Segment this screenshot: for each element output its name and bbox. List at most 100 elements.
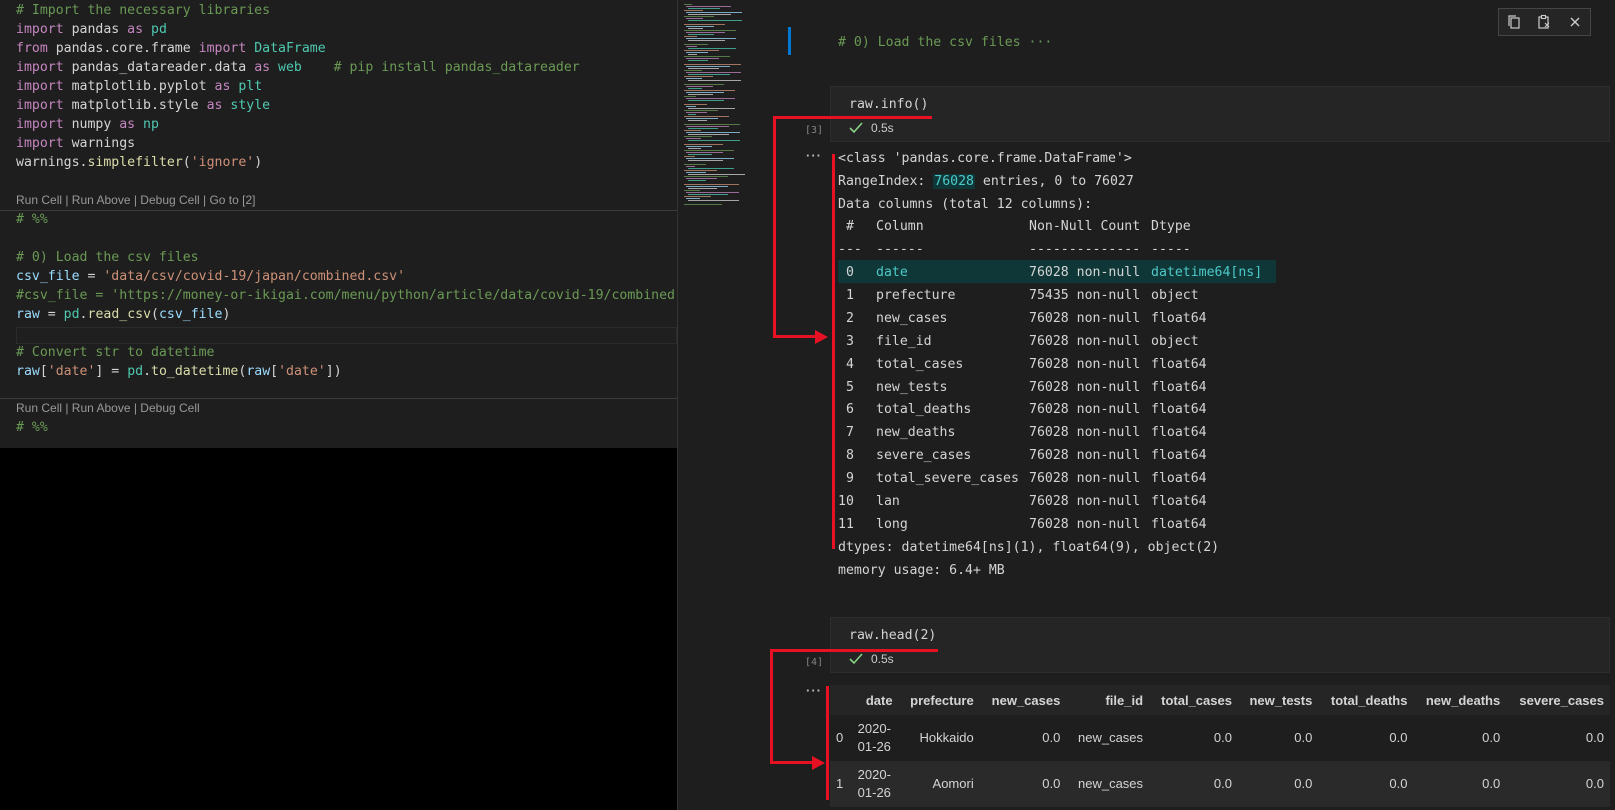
info-cell: Dtype [1151,219,1191,234]
minimap-line [684,16,714,17]
info-cell: float64 [1151,425,1207,441]
minimap-line [686,186,728,187]
info-cell: file_id [876,333,932,349]
code-line[interactable]: # 0) Load the csv files [16,248,199,267]
code-token: import [16,136,64,151]
code-token: #csv_file = 'https://money-or-ikigai.com… [16,288,677,303]
output-data-columns: Data columns (total 12 columns): [838,197,1093,212]
minimap-line [686,158,734,159]
editor-code-area[interactable]: # Import the necessary libraries import p… [0,0,677,448]
close-icon[interactable] [1565,12,1585,32]
info-cell: float64 [1151,494,1207,509]
output-menu-icon[interactable]: ··· [806,683,822,698]
code-cell-info[interactable]: raw.info() 0.5s [830,86,1610,142]
minimap-line [688,154,712,155]
table-cell: 2020- 01-26 [857,721,891,754]
code-line[interactable]: import pandas as pd [16,20,167,39]
code-line[interactable]: raw['date'] = pd.to_datetime(raw['date']… [16,362,342,381]
current-line-highlight [16,327,677,344]
code-token: 'data/csv/covid-19/japan/combined.csv' [103,269,406,284]
code-token: as [119,117,136,132]
minimap-line [684,156,695,157]
code-line[interactable]: warnings.simplefilter('ignore') [16,153,262,172]
code-line[interactable]: import matplotlib.pyplot as plt [16,77,262,96]
cell-code[interactable]: raw.head(2) [849,628,936,643]
code-line[interactable]: #csv_file = 'https://money-or-ikigai.com… [16,286,677,305]
minimap-line [686,18,703,19]
info-cell: 75435 non-null [1029,287,1141,303]
minimap-line [684,130,701,131]
table-cell: 0 [836,730,844,745]
paste-icon[interactable] [1534,12,1554,32]
code-line[interactable]: import matplotlib.style as style [16,96,270,115]
codelens-run-cell-1[interactable]: Run Cell | Run Above | Debug Cell | Go t… [16,191,255,209]
code-token: numpy [63,117,120,132]
info-cell: date [876,265,908,280]
info-cell: --- [838,242,862,257]
cell-code[interactable]: raw.info() [849,97,928,112]
range-suffix: entries, 0 to 76027 [974,174,1134,189]
column-header [830,685,850,715]
cell-marker: # %% [16,420,48,435]
code-line[interactable]: import warnings [16,134,135,153]
output-dtypes: dtypes: datetime64[ns](1), float64(9), o… [838,540,1220,555]
minimap-line [684,30,736,31]
info-cell: total_severe_cases [876,471,1019,487]
info-cell: total_cases [876,356,964,372]
code-token: raw [246,364,271,379]
code-token: 'date' [278,364,326,379]
minimap-line [686,166,695,167]
output-menu-icon[interactable]: ··· [806,148,822,163]
code-token: [ [270,364,279,379]
minimap-line [688,74,730,75]
code-token: . [143,364,152,379]
minimap-line [686,86,713,87]
info-cell: ----- [1151,242,1191,257]
minimap-line [688,80,741,81]
markdown-cell-collapsed[interactable]: # 0) Load the csv files ··· [838,33,1052,53]
code-line[interactable]: import numpy as np [16,115,159,134]
info-cell: 76028 non-null [1029,494,1141,509]
code-token: warnings [16,155,80,170]
code-cell-head[interactable]: raw.head(2) 0.5s [830,617,1610,673]
minimap-line [684,64,741,65]
minimap-line [686,106,696,107]
minimap-line [688,108,735,109]
range-prefix: RangeIndex: [838,174,934,189]
minimap-line [684,90,735,91]
minimap-line [684,4,692,5]
info-cell: float64 [1151,471,1207,487]
minimap-line [686,66,730,67]
code-token: import [16,117,64,132]
code-line[interactable]: import pandas_datareader.data as web # p… [16,58,580,77]
code-token: DataFrame [246,41,326,56]
column-header: new_deaths [1413,685,1507,715]
minimap-line [688,134,729,135]
minimap-line [684,36,697,37]
minimap-line [684,56,730,57]
code-token: raw [16,307,40,322]
code-line[interactable]: raw = pd.read_csv(csv_file) [16,305,230,324]
info-cell: 76028 non-null [1029,516,1141,532]
code-line[interactable]: from pandas.core.frame import DataFrame [16,39,326,58]
code-token: pandas_datareader.data [63,60,255,75]
code-token: as [127,22,144,37]
output-memory: memory usage: 6.4+ MB [838,563,1005,578]
minimap-line [686,38,736,39]
info-cell: lan [876,494,900,509]
code-editor[interactable]: # Import the necessary libraries import p… [0,0,677,810]
minimap-line [686,132,740,133]
minimap-line [688,60,708,61]
minimap-line [688,188,717,189]
code-token: import [16,22,64,37]
code-line[interactable]: # Import the necessary libraries [16,1,270,20]
codelens-run-cell-2[interactable]: Run Cell | Run Above | Debug Cell [16,399,200,417]
column-header: prefecture [898,685,980,715]
minimap-line [688,88,702,89]
code-line[interactable]: csv_file = 'data/csv/covid-19/japan/comb… [16,267,405,286]
info-cell: severe_cases [876,448,972,464]
code-token: from [16,41,48,56]
code-line[interactable]: # Convert str to datetime [16,343,215,362]
copy-icon[interactable] [1504,12,1524,32]
minimap-line [688,194,728,195]
